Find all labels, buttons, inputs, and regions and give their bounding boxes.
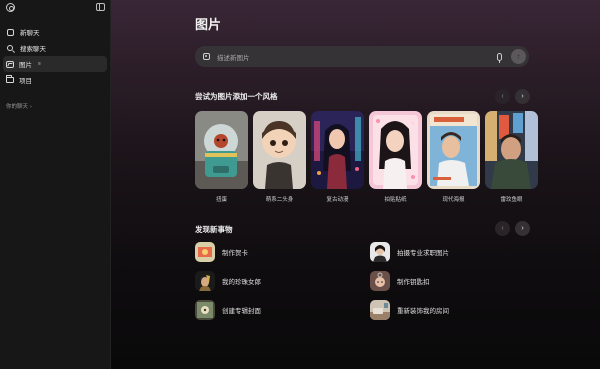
style-card-gashapon[interactable]: 扭蛋 <box>195 111 248 203</box>
styles-carousel: 扭蛋 萌系二头身 复古动漫 拍贴贴纸 现代海报 雷玟鱼眼 <box>195 111 538 203</box>
style-card-modern-poster[interactable]: 现代海报 <box>427 111 480 203</box>
style-thumbnail <box>253 111 306 189</box>
discover-thumbnail <box>370 242 390 262</box>
style-label: 雷玟鱼眼 <box>500 197 523 203</box>
edit-icon <box>7 28 14 36</box>
sidebar-item-new-chat[interactable]: 新聊天 <box>3 24 107 40</box>
style-label: 萌系二头身 <box>265 197 294 203</box>
sidebar-item-label: 图片 <box>19 62 32 69</box>
chats-section-header[interactable]: 你的聊天 › <box>0 102 110 110</box>
discover-next-button[interactable]: › <box>515 221 530 236</box>
discover-list: 制作贺卡 拍摄专业求职图片 我的珍珠女郎 制作钥匙扣 创建专辑封面 重新装饰我的… <box>195 242 540 320</box>
style-thumbnail <box>369 111 422 189</box>
style-label: 现代海报 <box>442 197 465 203</box>
microphone-icon[interactable] <box>497 52 502 63</box>
style-thumbnail <box>195 111 248 189</box>
sidebar: 新聊天 搜索聊天 图片 ≡ 项目 你的聊天 › <box>0 0 111 369</box>
discover-item-keychain[interactable]: 制作钥匙扣 <box>370 271 540 291</box>
page-title: 图片 <box>195 17 222 32</box>
discover-thumbnail <box>370 300 390 320</box>
keychain-image <box>370 271 390 291</box>
greeting-card-image <box>195 242 215 262</box>
style-thumbnail <box>485 111 538 189</box>
sidebar-item-label: 项目 <box>19 78 32 85</box>
style-label: 拍贴贴纸 <box>384 197 407 203</box>
discover-carousel-nav: ‹ › <box>495 221 530 236</box>
search-icon <box>7 45 13 51</box>
sidebar-item-projects[interactable]: 项目 <box>3 72 107 88</box>
style-label: 复古动漫 <box>326 197 349 203</box>
style-card-fisheye[interactable]: 雷玟鱼眼 <box>485 111 538 203</box>
sidebar-item-images[interactable]: 图片 ≡ <box>3 56 107 72</box>
discover-item-album-cover[interactable]: 创建专辑封面 <box>195 300 370 320</box>
style-label: 扭蛋 <box>215 197 227 203</box>
discover-label: 制作贺卡 <box>222 250 248 257</box>
discover-label: 创建专辑封面 <box>222 308 261 315</box>
pearl-girl-image <box>195 271 215 291</box>
discover-label: 制作钥匙扣 <box>397 279 430 286</box>
style-card-chibi[interactable]: 萌系二头身 <box>253 111 306 203</box>
modern-poster-image <box>427 111 480 189</box>
headshot-image <box>370 242 390 262</box>
retro-anime-image <box>311 111 364 189</box>
image-icon <box>6 60 14 68</box>
sidebar-item-label: 新聊天 <box>20 30 40 37</box>
style-thumbnail <box>427 111 480 189</box>
discover-thumbnail <box>195 300 215 320</box>
styles-carousel-nav: ‹ › <box>495 89 530 104</box>
app-window: 新聊天 搜索聊天 图片 ≡ 项目 你的聊天 › 图片 描述新图片 ↑ 尝试为图片… <box>0 0 600 369</box>
room-image <box>370 300 390 320</box>
send-button[interactable]: ↑ <box>511 49 526 64</box>
discover-thumbnail <box>370 271 390 291</box>
menu-lines-icon: ≡ <box>38 60 41 67</box>
chats-section-label: 你的聊天 <box>6 104 29 110</box>
main-content: 图片 描述新图片 ↑ 尝试为图片添加一个风格 ‹ › 扭蛋 萌系二头身 复古动漫… <box>111 0 600 369</box>
chevron-right-icon: › <box>30 104 32 110</box>
sidebar-item-search-chats[interactable]: 搜索聊天 <box>3 40 107 56</box>
discover-thumbnail <box>195 271 215 291</box>
sidebar-item-label: 搜索聊天 <box>20 46 46 53</box>
chibi-image <box>253 111 306 189</box>
discover-label: 我的珍珠女郎 <box>222 279 261 286</box>
style-card-retro-anime[interactable]: 复古动漫 <box>311 111 364 203</box>
discover-item-greeting-card[interactable]: 制作贺卡 <box>195 242 370 262</box>
carousel-next-button[interactable]: › <box>515 89 530 104</box>
prompt-input[interactable]: 描述新图片 <box>217 52 497 62</box>
carousel-prev-button[interactable]: ‹ <box>495 89 510 104</box>
discover-label: 重新装饰我的房间 <box>397 308 449 315</box>
sidebar-nav: 新聊天 搜索聊天 图片 ≡ 项目 <box>0 24 110 88</box>
photo-sticker-image <box>369 111 422 189</box>
style-thumbnail <box>311 111 364 189</box>
image-prompt-bar[interactable]: 描述新图片 ↑ <box>195 46 529 67</box>
style-card-photo-sticker[interactable]: 拍贴贴纸 <box>369 111 422 203</box>
discover-label: 拍摄专业求职图片 <box>397 250 449 257</box>
album-cover-image <box>195 300 215 320</box>
discover-item-redecorate-room[interactable]: 重新装饰我的房间 <box>370 300 540 320</box>
discover-section-title: 发现新事物 <box>195 225 233 234</box>
discover-item-pearl-girl[interactable]: 我的珍珠女郎 <box>195 271 370 291</box>
sidebar-header <box>0 0 110 14</box>
fisheye-image <box>485 111 538 189</box>
logo-icon[interactable] <box>6 3 15 12</box>
discover-item-headshot[interactable]: 拍摄专业求职图片 <box>370 242 540 262</box>
discover-prev-button[interactable]: ‹ <box>495 221 510 236</box>
discover-thumbnail <box>195 242 215 262</box>
folder-icon <box>6 75 14 83</box>
styles-section-title: 尝试为图片添加一个风格 <box>195 92 278 101</box>
add-image-icon[interactable] <box>203 53 210 60</box>
gashapon-image <box>195 111 248 189</box>
sidebar-toggle-icon[interactable] <box>96 3 105 11</box>
